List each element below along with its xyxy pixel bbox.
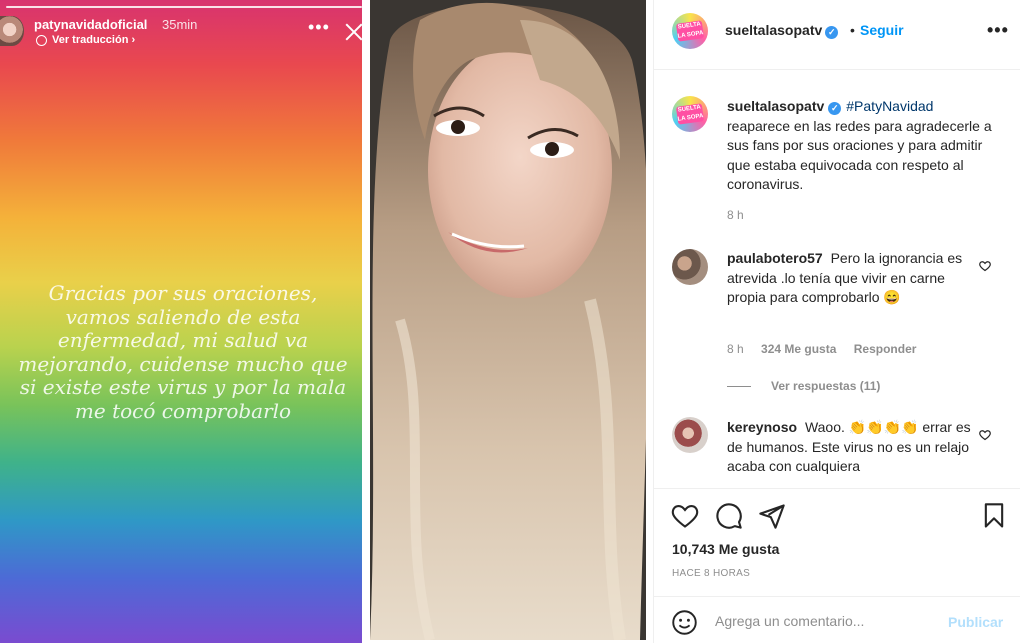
comments-list[interactable]: SUELTA LA SOPA sueltalasopatv ✓ #PatyNavid…: [654, 71, 1020, 488]
caption-body: reaparece en las redes para agradecerle …: [727, 117, 992, 193]
verified-icon: ✓: [825, 26, 839, 39]
story-screenshot: patynavidadoficial 35min Ver traducción …: [0, 0, 362, 643]
story-more-icon: •••: [308, 17, 330, 37]
add-comment-bar: Publicar: [654, 596, 1020, 643]
replies-line: [727, 385, 751, 387]
post-media: patynavidadoficial 35min Ver traducción …: [0, 0, 653, 643]
comment-input[interactable]: [715, 609, 940, 633]
header-separator: •: [850, 22, 855, 38]
publish-button[interactable]: Publicar: [948, 614, 1003, 630]
header-username-text[interactable]: sueltalasopatv: [725, 22, 822, 38]
comment-avatar[interactable]: [672, 417, 708, 453]
caption-time[interactable]: 8 h: [727, 208, 744, 222]
comment-avatar[interactable]: [672, 249, 708, 285]
comment-likes[interactable]: 324 Me gusta: [761, 342, 836, 356]
header-username[interactable]: sueltalasopatv ✓: [725, 22, 839, 39]
post-actions: 10,743 Me gusta HACE 8 HORAS: [654, 488, 1020, 596]
portrait-photo: [370, 0, 646, 640]
comment-text: paulabotero57 Pero la ignorancia es atre…: [727, 249, 977, 308]
account-logo: SUELTA LA SOPA: [675, 20, 705, 42]
story-message: Gracias por sus oraciones, vamos saliend…: [18, 281, 348, 423]
view-replies-button[interactable]: Ver respuestas (11): [727, 379, 880, 393]
comment-username[interactable]: kereynoso: [727, 419, 797, 435]
story-progress-bar: [6, 6, 362, 8]
post-side-panel: SUELTA LA SOPA sueltalasopatv ✓ • Seguir …: [653, 0, 1020, 643]
story-translate-label: Ver traducción ›: [52, 34, 136, 46]
story-avatar: [0, 16, 24, 46]
emoji-icon[interactable]: [671, 609, 698, 636]
caption-verified-icon: ✓: [828, 102, 842, 115]
bookmark-icon[interactable]: [980, 502, 1008, 530]
story-username: patynavidadoficial: [34, 17, 148, 32]
caption-avatar[interactable]: SUELTA LA SOPA: [672, 96, 708, 132]
caption-avatar-logo: SUELTA LA SOPA: [675, 103, 705, 125]
post-timestamp[interactable]: HACE 8 HORAS: [672, 568, 750, 579]
heart-icon[interactable]: [671, 502, 699, 530]
reply-button[interactable]: Responder: [854, 342, 917, 356]
story-close-icon: [344, 22, 362, 42]
comment-meta: 8 h 324 Me gusta Responder: [727, 342, 930, 356]
comment-username[interactable]: paulabotero57: [727, 250, 823, 266]
more-options-icon[interactable]: •••: [987, 20, 1009, 41]
caption-meta: 8 h: [727, 208, 758, 222]
view-replies-label[interactable]: Ver respuestas (11): [771, 379, 880, 393]
translate-icon: [36, 34, 47, 46]
story-time: 35min: [162, 17, 198, 32]
story-translate-link: Ver traducción ›: [36, 34, 135, 46]
account-avatar[interactable]: SUELTA LA SOPA: [672, 13, 708, 49]
likes-count[interactable]: 10,743 Me gusta: [672, 541, 779, 557]
post-header: SUELTA LA SOPA sueltalasopatv ✓ • Seguir …: [654, 0, 1020, 70]
share-icon[interactable]: [758, 502, 786, 530]
comment-like-icon[interactable]: [979, 429, 991, 441]
caption-hashtag[interactable]: #PatyNavidad: [846, 98, 933, 114]
comment-time[interactable]: 8 h: [727, 342, 744, 356]
portrait-image: [370, 0, 646, 640]
follow-button[interactable]: Seguir: [860, 22, 904, 38]
comment-icon[interactable]: [715, 502, 743, 530]
comment-text: kereynoso Waoo. 👏👏👏👏 errar es de humanos…: [727, 418, 977, 477]
caption-text: sueltalasopatv ✓ #PatyNavidad reaparece en…: [727, 97, 997, 195]
caption-username[interactable]: sueltalasopatv: [727, 98, 824, 114]
comment-like-icon[interactable]: [979, 260, 991, 272]
